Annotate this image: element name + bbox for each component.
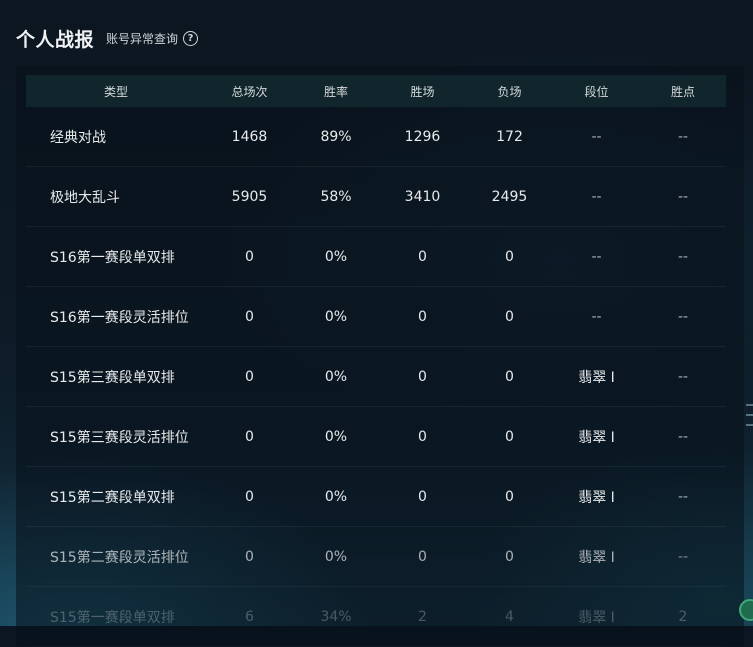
cell-losses: 0 [505, 548, 514, 565]
cell-win-rate: 0% [324, 428, 348, 445]
cell-lp: -- [677, 488, 689, 505]
cell-rank: -- [591, 248, 602, 265]
cell-type: S16第一赛段灵活排位 [50, 309, 189, 326]
table-body: 经典对战 1468 89% 1296 172 -- -- 极地大乱斗 5905 … [26, 107, 726, 647]
table-row: S15第二赛段单双排 0 0% 0 0 翡翠 I -- [26, 467, 726, 527]
cell-total-games: 1468 [231, 128, 268, 145]
cell-rank: 翡翠 I [578, 369, 615, 386]
cell-wins: 0 [418, 248, 427, 265]
cell-rank: -- [591, 128, 602, 145]
cell-wins: 0 [418, 428, 427, 445]
cell-total-games: 5905 [231, 188, 268, 205]
account-anomaly-label: 账号异常查询 [106, 31, 179, 46]
column-header-lp: 胜点 [670, 84, 695, 99]
table-row: 极地大乱斗 5905 58% 3410 2495 -- -- [26, 167, 726, 227]
column-header-win-rate: 胜率 [323, 84, 348, 99]
column-header-total-games: 总场次 [231, 84, 268, 99]
cell-win-rate: 0% [324, 248, 348, 265]
cell-type: S15第二赛段灵活排位 [50, 549, 189, 566]
edge-mark [746, 424, 753, 426]
page-header: 个人战报 账号异常查询 ? [16, 24, 199, 52]
cell-type: S16第一赛段单双排 [50, 249, 175, 266]
table-row: S15第三赛段单双排 0 0% 0 0 翡翠 I -- [26, 347, 726, 407]
cell-win-rate: 0% [324, 488, 348, 505]
table-row: S15第一赛段单双排 6 34% 2 4 翡翠 I 2 [26, 587, 726, 647]
cell-lp: -- [677, 368, 689, 385]
column-header-rank: 段位 [584, 84, 609, 99]
cell-losses: 172 [496, 128, 523, 145]
cell-rank: 翡翠 I [578, 549, 615, 566]
cell-losses: 2495 [491, 188, 528, 205]
cell-type: 经典对战 [50, 129, 106, 146]
cell-lp: -- [677, 248, 689, 265]
page-title: 个人战报 [16, 28, 95, 51]
cell-wins: 2 [418, 608, 427, 625]
cell-type: S15第三赛段单双排 [50, 369, 175, 386]
cell-total-games: 0 [245, 428, 254, 445]
cell-total-games: 0 [245, 488, 254, 505]
cell-wins: 0 [418, 488, 427, 505]
scroll-edge-marks [746, 404, 753, 464]
cell-losses: 0 [505, 488, 514, 505]
cell-losses: 4 [505, 608, 514, 625]
cell-rank: -- [591, 308, 602, 325]
cell-win-rate: 89% [320, 128, 352, 145]
edge-mark [746, 404, 753, 406]
cell-total-games: 0 [245, 368, 254, 385]
cell-wins: 1296 [404, 128, 441, 145]
column-header-losses: 负场 [497, 84, 522, 99]
cell-total-games: 6 [245, 608, 254, 625]
cell-win-rate: 0% [324, 548, 348, 565]
column-header-wins: 胜场 [410, 84, 435, 99]
cell-type: S15第三赛段灵活排位 [50, 429, 189, 446]
cell-win-rate: 34% [320, 608, 352, 625]
table-row: 经典对战 1468 89% 1296 172 -- -- [26, 107, 726, 167]
cell-losses: 0 [505, 428, 514, 445]
question-circle-icon[interactable]: ? [183, 30, 199, 46]
cell-win-rate: 0% [324, 308, 348, 325]
cell-type: 极地大乱斗 [50, 189, 120, 206]
cell-total-games: 0 [245, 308, 254, 325]
cell-lp: -- [677, 128, 689, 145]
cell-wins: 0 [418, 308, 427, 325]
cell-lp: -- [677, 548, 689, 565]
cell-wins: 0 [418, 368, 427, 385]
column-header-type: 类型 [103, 84, 128, 99]
cell-rank: 翡翠 I [578, 489, 615, 506]
table-row: S15第二赛段灵活排位 0 0% 0 0 翡翠 I -- [26, 527, 726, 587]
cell-win-rate: 0% [324, 368, 348, 385]
account-anomaly-link[interactable]: 账号异常查询 ? [106, 30, 199, 47]
cell-lp: -- [677, 428, 689, 445]
cell-win-rate: 58% [320, 188, 352, 205]
cell-rank: -- [591, 188, 602, 205]
cell-total-games: 0 [245, 548, 254, 565]
cell-lp: 2 [678, 608, 688, 625]
cell-wins: 3410 [404, 188, 441, 205]
edge-mark [746, 414, 753, 416]
cell-rank: 翡翠 I [578, 429, 615, 446]
cell-rank: 翡翠 I [578, 609, 615, 626]
table-header-row: 类型 总场次 胜率 胜场 负场 段位 胜点 [26, 75, 726, 107]
cell-losses: 0 [505, 308, 514, 325]
table-row: S16第一赛段单双排 0 0% 0 0 -- -- [26, 227, 726, 287]
table-row: S16第一赛段灵活排位 0 0% 0 0 -- -- [26, 287, 726, 347]
cell-total-games: 0 [245, 248, 254, 265]
table-row: S15第三赛段灵活排位 0 0% 0 0 翡翠 I -- [26, 407, 726, 467]
cell-losses: 0 [505, 248, 514, 265]
cell-lp: -- [677, 188, 689, 205]
cell-losses: 0 [505, 368, 514, 385]
cell-type: S15第二赛段单双排 [50, 489, 175, 506]
cell-wins: 0 [418, 548, 427, 565]
cell-lp: -- [677, 308, 689, 325]
cell-type: S15第一赛段单双排 [50, 609, 175, 626]
stats-panel: 类型 总场次 胜率 胜场 负场 段位 胜点 经典对战 1468 89% 1296… [16, 66, 744, 646]
